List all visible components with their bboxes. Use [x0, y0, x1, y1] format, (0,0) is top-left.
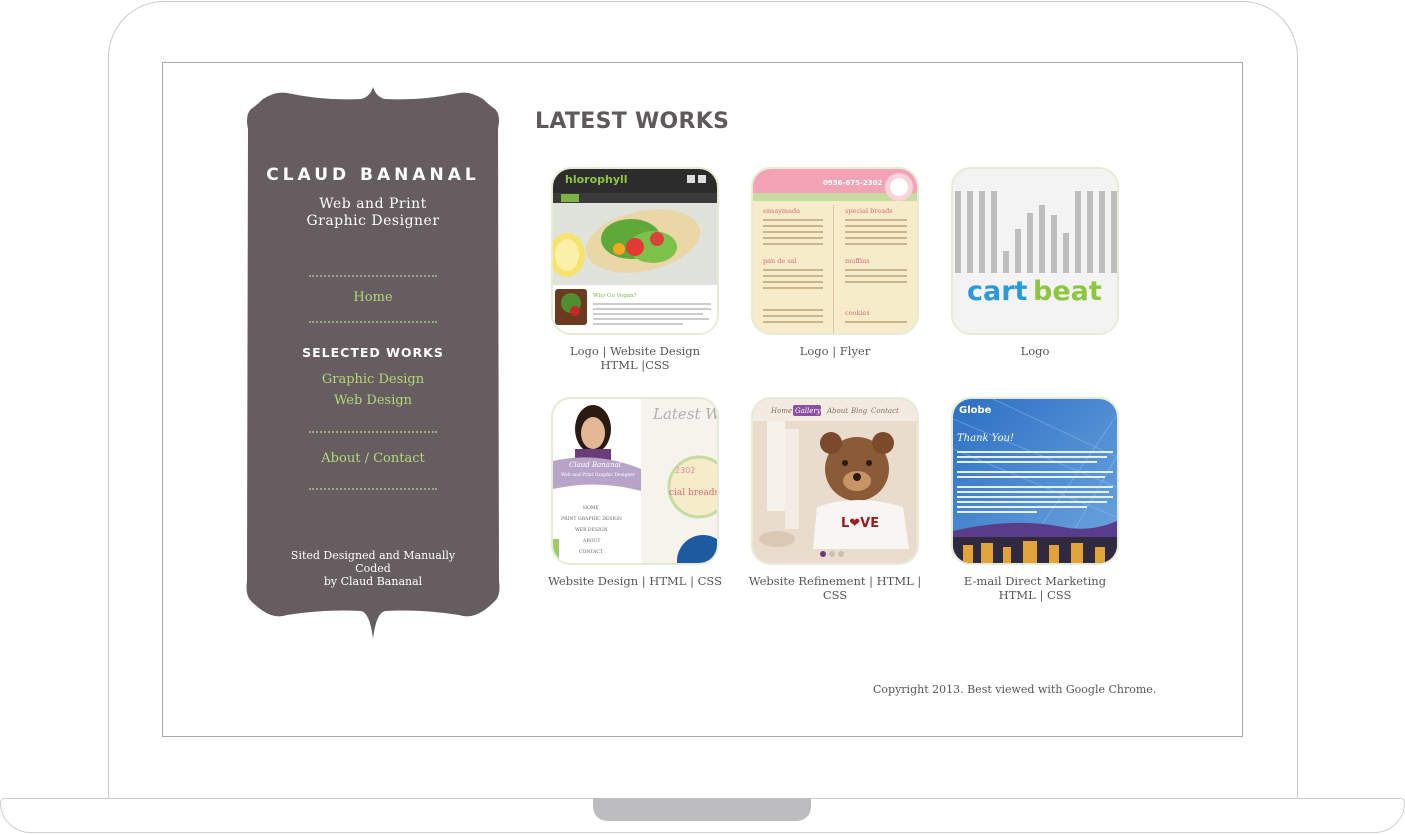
work-caption: Website Refinement | HTML | CSS	[748, 574, 922, 602]
work-thumbnail[interactable]: cart beat	[951, 167, 1119, 335]
dotted-divider	[309, 488, 437, 490]
globe-logo: Globe	[959, 405, 992, 416]
laptop-notch	[593, 798, 811, 821]
dotted-divider	[309, 275, 437, 277]
menu-phone: 0936-675-2302	[823, 179, 883, 187]
portfolio-bread-phone: 2302	[675, 466, 695, 475]
svg-text:HOME: HOME	[583, 505, 599, 511]
work-item-teddy-site[interactable]: Home Gallery About Blog Contact L❤VE Web…	[735, 397, 935, 602]
svg-text:pan de sal: pan de sal	[763, 257, 797, 265]
nav-graphic-design-link[interactable]: Graphic Design	[245, 372, 501, 387]
work-thumbnail[interactable]: 0936-675-2302 ensaymada special breads p…	[751, 167, 919, 335]
portfolio-heading: Latest W	[652, 405, 719, 423]
work-caption: Logo	[1020, 344, 1050, 358]
credit-line-1: Sited Designed and Manually Coded	[290, 549, 456, 575]
svg-text:cookies: cookies	[845, 309, 870, 317]
cartbeat-logo-beat: beat	[1033, 276, 1102, 307]
work-item-chlorophyll[interactable]: hlorophyll Why Go Vegan? Logo | Website …	[535, 167, 735, 372]
svg-text:PRINT GRAPHIC DESIGN: PRINT GRAPHIC DESIGN	[561, 516, 622, 522]
work-thumbnail[interactable]: hlorophyll Why Go Vegan?	[551, 167, 719, 335]
work-item-globe-email[interactable]: Globe Thank You! E-mail Direct Marketing…	[935, 397, 1135, 602]
portfolio-name: Claud Bananal	[569, 461, 621, 469]
selected-works-heading: SELECTED WORKS	[302, 345, 444, 360]
teddy-shirt-text: L❤VE	[841, 516, 879, 531]
svg-text:Gallery: Gallery	[795, 407, 822, 415]
svg-text:Contact: Contact	[871, 407, 899, 415]
site-tagline: Web and Print Graphic Designer	[306, 196, 440, 229]
svg-text:About: About	[826, 407, 848, 415]
svg-text:Blog: Blog	[850, 407, 868, 415]
chlorophyll-tagline: Why Go Vegan?	[593, 293, 637, 299]
dotted-divider	[309, 431, 437, 433]
cartbeat-logo-cart: cart	[967, 276, 1028, 307]
site-brand-name: CLAUD BANANAL	[266, 165, 480, 185]
svg-text:special breads: special breads	[845, 207, 893, 215]
work-item-bakery-flyer[interactable]: 0936-675-2302 ensaymada special breads p…	[735, 167, 935, 358]
globe-thank-you: Thank You!	[957, 433, 1014, 444]
dotted-divider	[309, 321, 437, 323]
work-caption: Logo | Website Design HTML |CSS	[569, 344, 701, 372]
svg-text:ensaymada: ensaymada	[763, 207, 800, 215]
work-thumbnail[interactable]: Latest W Claud Bananal Web and Print Gra…	[551, 397, 719, 565]
chlorophyll-logo: hlorophyll	[565, 173, 628, 186]
work-thumbnail[interactable]: Globe Thank You!	[951, 397, 1119, 565]
work-item-portfolio-site[interactable]: Latest W Claud Bananal Web and Print Gra…	[535, 397, 735, 588]
page-title: LATEST WORKS	[535, 109, 730, 134]
work-caption: Website Design | HTML | CSS	[548, 574, 722, 588]
browser-screen: CLAUD BANANAL Web and Print Graphic Desi…	[162, 62, 1243, 737]
svg-text:CONTACT: CONTACT	[579, 549, 604, 555]
svg-text:WEB DESIGN: WEB DESIGN	[575, 527, 608, 533]
work-caption: Logo | Flyer	[799, 344, 871, 358]
work-item-cartbeat-logo[interactable]: cart beat Logo	[935, 167, 1135, 358]
svg-text:Home: Home	[770, 407, 792, 415]
credit-line-2: by Claud Bananal	[323, 575, 423, 588]
svg-text:muffins: muffins	[845, 257, 870, 265]
sidebar: CLAUD BANANAL Web and Print Graphic Desi…	[245, 85, 501, 641]
nav-about-contact-link[interactable]: About / Contact	[245, 451, 501, 466]
nav-web-design-link[interactable]: Web Design	[245, 393, 501, 408]
work-thumbnail[interactable]: Home Gallery About Blog Contact L❤VE	[751, 397, 919, 565]
copyright-text: Copyright 2013. Best viewed with Google …	[873, 683, 1157, 696]
nav-home-link[interactable]: Home	[245, 290, 501, 305]
portfolio-tagline: Web and Print Graphic Designer	[561, 472, 636, 478]
svg-text:cial breads: cial breads	[669, 488, 719, 498]
svg-text:ABOUT: ABOUT	[582, 538, 601, 544]
work-caption: E-mail Direct Marketing HTML | CSS	[963, 574, 1107, 602]
sidebar-footer-credit: Sited Designed and Manually Coded by Cla…	[275, 549, 471, 588]
